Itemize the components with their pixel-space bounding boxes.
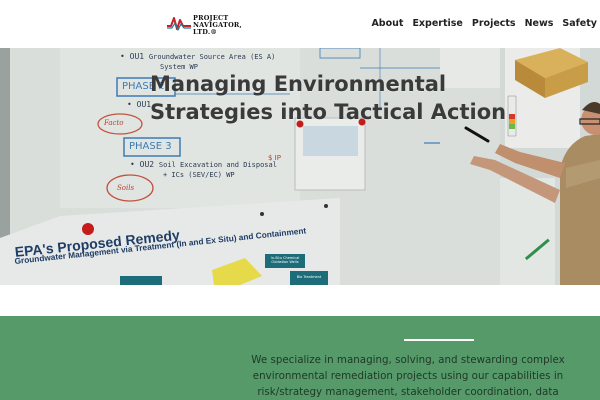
hero-banner: • OU1 Groundwater Source Area (ES A) Sys… (0, 48, 600, 285)
intro-text: We specialize in managing, solving, and … (248, 352, 568, 400)
hero-title: Managing Environmental Strategies into T… (150, 70, 530, 126)
board-ou1b: • OU1 (127, 100, 152, 109)
poster-box-2: Bio Treatment (296, 275, 322, 279)
band-divider (404, 339, 474, 341)
main-nav: About Expertise Projects News Safety (371, 18, 597, 29)
intro-text-line-1: We specialize in managing, solving, and … (251, 354, 565, 366)
hero-title-line-2: Strategies into Tactical Action (150, 100, 507, 124)
board-circle-note-1: Facto (104, 119, 124, 127)
logo-line-2: NAVIGATOR, LTD.® (193, 21, 242, 36)
nav-expertise[interactable]: Expertise (412, 18, 462, 29)
poster-box-1: In-Situ Chemical Oxidation Wells (270, 256, 300, 264)
board-ou2: • OU2 Soil Excavation and Disposal (130, 160, 277, 169)
logo-wordmark: PROJECT NAVIGATOR, LTD.® (193, 15, 256, 36)
hero-title-line-1: Managing Environmental (150, 72, 447, 96)
nav-about[interactable]: About (371, 18, 403, 29)
company-logo[interactable]: PROJECT NAVIGATOR, LTD.® (166, 12, 256, 36)
site-header: PROJECT NAVIGATOR, LTD.® About Expertise… (0, 0, 600, 48)
board-ou1a: • OU1 Groundwater Source Area (ES A) (120, 52, 276, 61)
logo-wave-icon (167, 17, 191, 31)
board-ou2-note2: + ICs (SEV/EC) WP (163, 171, 235, 179)
intro-text-line-3: risk/strategy management, stakeholder co… (257, 386, 559, 398)
intro-band: We specialize in managing, solving, and … (0, 316, 600, 400)
board-phase3: PHASE 3 (129, 141, 172, 152)
nav-news[interactable]: News (525, 18, 554, 29)
intro-text-line-2: environmental remediation projects using… (252, 370, 564, 382)
board-circle-note-2: Soils (117, 184, 135, 192)
nav-safety[interactable]: Safety (562, 18, 597, 29)
board-cost: $ IP (268, 154, 281, 162)
nav-projects[interactable]: Projects (472, 18, 516, 29)
